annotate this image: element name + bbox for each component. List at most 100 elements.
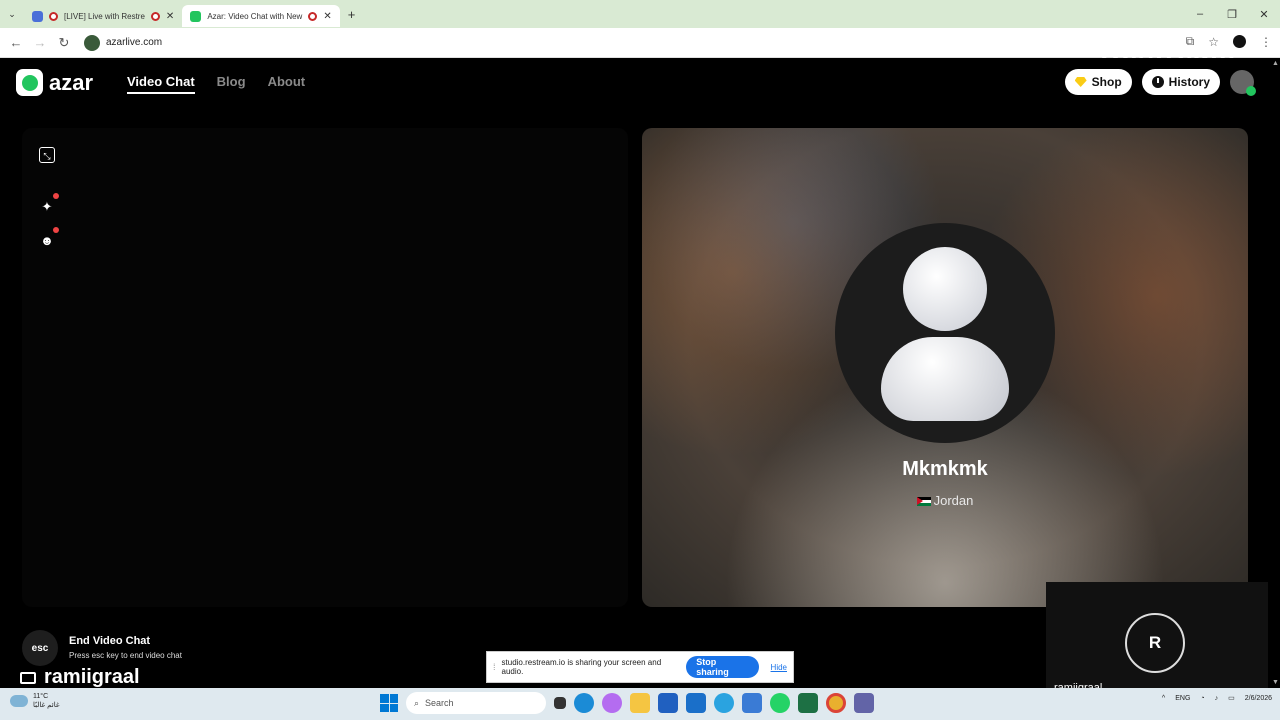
language-indicator[interactable]: ENG (1175, 695, 1190, 702)
country-label: Jordan (933, 493, 974, 508)
site-info-icon[interactable] (84, 34, 100, 51)
weather-text: 11°C غائم غالبًا (33, 692, 60, 710)
address-bar: ← → ↻ azarlive.com (0, 28, 1280, 58)
profile-icon[interactable] (1233, 35, 1246, 48)
minimize-icon[interactable]: – (1184, 8, 1216, 20)
stop-sharing-button[interactable]: Stop sharing (686, 656, 759, 678)
bookmark-star-icon[interactable]: ☆ (1208, 35, 1219, 49)
drag-handle-icon[interactable]: ⁞ (493, 662, 496, 672)
recording-icon (308, 11, 318, 21)
search-placeholder: Search (425, 698, 454, 708)
gem-icon (1074, 77, 1087, 87)
collapse-icon[interactable]: ⤡ (39, 147, 55, 163)
wifi-icon[interactable]: ◔ (1200, 695, 1204, 702)
peer-name: Mkmkmk (902, 458, 988, 480)
tray-overflow-icon[interactable]: ^ (1162, 695, 1165, 702)
peer-video-panel: Mkmkmk Jordan (642, 128, 1248, 607)
more-menu-icon[interactable]: ⋮ (1260, 35, 1272, 49)
forward-icon[interactable]: → (28, 35, 52, 50)
window-controls: – ❐ ✕ (1184, 0, 1280, 28)
chrome-icon[interactable] (826, 693, 846, 713)
scroll-up-icon[interactable]: ▲ (1272, 60, 1279, 67)
edge-icon[interactable] (574, 693, 594, 713)
omnibox[interactable]: azarlive.com (84, 34, 162, 51)
restream-guest-tile: R ramiigraal (1046, 582, 1268, 702)
scroll-down-icon[interactable]: ▼ (1272, 679, 1279, 686)
azar-favicon-icon (190, 10, 202, 22)
page-scrollbar[interactable]: ▲ ▼ (1270, 58, 1280, 688)
sticker-face-icon[interactable]: ☻ (39, 227, 59, 249)
weather-description: غائم غالبًا (33, 702, 60, 709)
nav-about[interactable]: About (268, 74, 306, 94)
magic-wand-icon[interactable]: ✦ (39, 193, 59, 215)
end-chat-subtitle: Press esc key to end video chat (69, 651, 182, 660)
history-label: History (1168, 75, 1210, 89)
close-tab-icon[interactable]: ✕ (166, 11, 174, 22)
owner-name: ramiigraal (44, 666, 140, 688)
history-button[interactable]: History (1141, 69, 1220, 95)
outlook-icon[interactable] (686, 693, 706, 713)
search-icon: ⌕ (414, 697, 420, 708)
logo-text: azar (49, 69, 94, 95)
excel-icon[interactable] (798, 693, 818, 713)
back-icon[interactable]: ← (4, 35, 28, 50)
user-avatar[interactable] (1230, 70, 1256, 96)
windows-taskbar: 11°C غائم غالبًا ⌕ Search ^ ENG ◔ ♪ ▭ 2/… (0, 688, 1280, 720)
notification-dot (53, 227, 59, 233)
guest-avatar: R (1125, 613, 1185, 673)
address-bar-actions: ⧉ ☆ ⋮ (1186, 34, 1272, 49)
avatar-body-icon (881, 337, 1009, 421)
close-window-icon[interactable]: ✕ (1248, 8, 1280, 21)
esc-button[interactable]: esc (22, 630, 58, 666)
clock-icon (1151, 76, 1164, 88)
my-video-panel: ⤡ ✦ ☻ (22, 128, 628, 607)
azar-logo-icon (16, 69, 43, 96)
store-icon[interactable] (658, 693, 678, 713)
new-tab-button[interactable]: + (348, 7, 356, 22)
system-tray: ^ ENG ◔ ♪ ▭ 2/6/2026 (1162, 694, 1272, 703)
reload-icon[interactable]: ↻ (52, 35, 76, 51)
temperature: 11°C (33, 693, 49, 700)
task-view-icon[interactable] (554, 697, 566, 709)
recording-icon (49, 11, 58, 21)
restream-favicon-icon (32, 10, 43, 22)
header-actions: Shop History (1064, 69, 1256, 96)
taskbar-apps: ⌕ Search (380, 692, 874, 714)
tab-restream[interactable]: [LIVE] Live with Restre ✕ (24, 5, 182, 27)
sharing-message: studio.restream.io is sharing your scree… (501, 658, 662, 676)
clock-date[interactable]: 2/6/2026 (1245, 695, 1272, 702)
browser-tab-bar: ⌄ [LIVE] Live with Restre ✕ Azar: Video … (0, 0, 1280, 28)
battery-icon[interactable]: ▭ (1228, 694, 1235, 702)
tab-search-chevron-icon[interactable]: ⌄ (0, 9, 24, 20)
screen-sharing-bar: ⁞ studio.restream.io is sharing your scr… (486, 651, 794, 683)
start-icon[interactable] (380, 694, 398, 712)
peer-country: Jordan (642, 493, 1248, 508)
photos-icon[interactable] (742, 693, 762, 713)
tab-azar[interactable]: Azar: Video Chat with New ✕ (182, 5, 340, 27)
peer-avatar (835, 223, 1055, 443)
monitor-icon (20, 671, 36, 684)
recording-icon (150, 11, 160, 21)
copilot-icon[interactable] (602, 693, 622, 713)
shop-button[interactable]: Shop (1064, 69, 1132, 95)
teams-icon[interactable] (854, 693, 874, 713)
nav-video-chat[interactable]: Video Chat (127, 74, 195, 94)
azar-logo[interactable]: azar (16, 69, 93, 96)
install-app-icon[interactable]: ⧉ (1186, 34, 1195, 49)
taskbar-search[interactable]: ⌕ Search (406, 692, 546, 714)
volume-icon[interactable]: ♪ (1215, 695, 1219, 702)
file-explorer-icon[interactable] (630, 693, 650, 713)
whatsapp-icon[interactable] (770, 693, 790, 713)
jordan-flag-icon (916, 497, 931, 507)
weather-widget[interactable]: 11°C غائم غالبًا (10, 692, 60, 710)
screen-share-owner: ramiigraal (20, 666, 140, 689)
hide-link[interactable]: Hide (771, 663, 787, 672)
telegram-icon[interactable] (714, 693, 734, 713)
url-text[interactable]: azarlive.com (106, 37, 162, 48)
close-tab-icon[interactable]: ✕ (323, 11, 331, 22)
restore-icon[interactable]: ❐ (1216, 8, 1248, 21)
shop-label: Shop (1091, 75, 1122, 89)
tab-title: Azar: Video Chat with New (207, 11, 303, 21)
nav-blog[interactable]: Blog (217, 74, 246, 94)
avatar-head-icon (903, 247, 987, 331)
